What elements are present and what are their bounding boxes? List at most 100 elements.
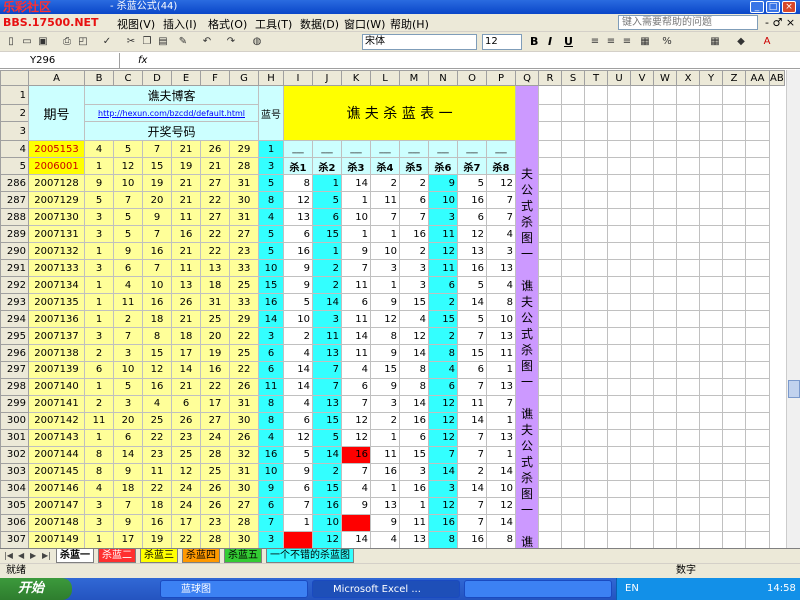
empty-cell[interactable]	[584, 276, 608, 295]
row-header[interactable]: 304	[0, 479, 29, 498]
row-header[interactable]: 293	[0, 293, 29, 312]
sheet-tab[interactable]: 一个不错的杀蓝图	[266, 549, 354, 563]
empty-cell[interactable]	[676, 293, 700, 312]
number-cell[interactable]: 18	[142, 310, 172, 329]
period-cell[interactable]: 2005153	[28, 140, 85, 159]
kill-cell[interactable]: 2	[399, 242, 429, 261]
kill-cell[interactable]: 6	[283, 479, 313, 498]
empty-cell[interactable]	[538, 428, 562, 447]
open-icon[interactable]: ▭	[20, 35, 34, 49]
number-cell[interactable]: 27	[229, 225, 259, 244]
number-cell[interactable]: 14	[171, 361, 201, 379]
number-cell[interactable]: 6	[171, 394, 201, 413]
kill-cell[interactable]: 12	[428, 242, 458, 261]
column-header[interactable]: I	[283, 70, 313, 86]
number-cell[interactable]: 25	[200, 310, 230, 329]
number-cell[interactable]: 30	[229, 530, 259, 548]
period-cell[interactable]: 2007134	[28, 276, 85, 295]
number-cell[interactable]: 18	[200, 276, 230, 295]
empty-cell[interactable]	[538, 394, 562, 413]
empty-cell[interactable]	[676, 361, 700, 379]
sheet-tab[interactable]: 杀蓝一	[56, 549, 94, 563]
empty-cell[interactable]	[584, 361, 608, 379]
kill-cell[interactable]: 9	[428, 174, 458, 193]
number-cell[interactable]: 7	[142, 259, 172, 278]
number-cell[interactable]: 9	[113, 462, 143, 481]
column-header[interactable]: O	[457, 70, 487, 86]
align-center-icon[interactable]: ≡	[604, 35, 618, 49]
new-icon[interactable]: ▯	[4, 35, 18, 49]
number-cell[interactable]: 2	[113, 310, 143, 329]
empty-cell[interactable]	[745, 530, 770, 548]
empty-cell[interactable]	[584, 530, 608, 548]
empty-cell[interactable]	[653, 377, 677, 396]
kill-cell[interactable]: 5	[312, 428, 342, 447]
empty-cell[interactable]	[584, 310, 608, 329]
kill-cell[interactable]: 2	[428, 327, 458, 346]
number-cell[interactable]: 20	[200, 327, 230, 346]
close-button[interactable]: ×	[782, 1, 796, 13]
blue-cell[interactable]: 16	[258, 293, 284, 312]
column-header[interactable]: V	[630, 70, 654, 86]
kill-cell[interactable]: 15	[399, 445, 429, 464]
column-header[interactable]: B	[84, 70, 114, 86]
kill-cell[interactable]: 11	[370, 191, 400, 210]
menu-data[interactable]: 数据(D)	[300, 16, 339, 32]
kill-cell[interactable]: 4	[341, 479, 371, 498]
empty-cell[interactable]	[676, 496, 700, 515]
blue-cell[interactable]: 6	[258, 361, 284, 379]
paste-icon[interactable]: ▤	[156, 35, 170, 49]
column-header[interactable]: J	[312, 70, 342, 86]
empty-cell[interactable]	[607, 377, 631, 396]
empty-cell[interactable]	[722, 377, 746, 396]
preview-icon[interactable]: ◰	[76, 35, 90, 49]
empty-cell[interactable]	[630, 310, 654, 329]
kill-cell[interactable]: 2	[312, 276, 342, 295]
align-left-icon[interactable]: ≡	[588, 35, 602, 49]
kill-cell[interactable]: 12	[486, 496, 516, 515]
select-all-corner[interactable]	[0, 70, 29, 86]
empty-cell[interactable]	[584, 344, 608, 362]
empty-cell[interactable]	[745, 462, 770, 481]
kill-cell[interactable]: 1	[312, 242, 342, 261]
empty-cell[interactable]	[676, 445, 700, 464]
minimize-button[interactable]: _	[750, 1, 764, 13]
empty-cell[interactable]	[630, 225, 654, 244]
kill-cell[interactable]: 3	[399, 276, 429, 295]
period-cell[interactable]: 2007131	[28, 225, 85, 244]
number-cell[interactable]: 19	[142, 174, 172, 193]
number-cell[interactable]: 22	[171, 530, 201, 548]
column-header[interactable]: P	[486, 70, 516, 86]
empty-cell[interactable]	[538, 411, 562, 430]
empty-cell[interactable]	[722, 174, 746, 193]
empty-cell[interactable]	[561, 411, 585, 430]
kill-cell[interactable]: 8	[399, 377, 429, 396]
empty-cell[interactable]	[630, 208, 654, 227]
empty-cell[interactable]	[676, 377, 700, 396]
borders-icon[interactable]: ▦	[708, 35, 722, 49]
kill-cell[interactable]: 7	[399, 208, 429, 227]
empty-cell[interactable]	[722, 310, 746, 329]
empty-cell[interactable]	[607, 513, 631, 532]
fx-icon[interactable]: fx	[138, 53, 147, 68]
empty-cell[interactable]	[630, 293, 654, 312]
kill-cell[interactable]: 11	[341, 344, 371, 362]
empty-cell[interactable]	[653, 361, 677, 379]
number-cell[interactable]: 23	[171, 428, 201, 447]
number-cell[interactable]: 15	[142, 157, 172, 176]
number-cell[interactable]: 1	[84, 377, 114, 396]
period-cell[interactable]: 2007132	[28, 242, 85, 261]
kill-cell[interactable]: 11	[457, 394, 487, 413]
number-cell[interactable]: 23	[200, 513, 230, 532]
empty-cell[interactable]	[630, 327, 654, 346]
kill-cell[interactable]: 13	[486, 327, 516, 346]
empty-cell[interactable]	[538, 513, 562, 532]
empty-cell[interactable]	[745, 174, 770, 193]
empty-cell[interactable]	[699, 242, 723, 261]
menu-format[interactable]: 格式(O)	[208, 16, 247, 32]
kill-cell[interactable]: 7	[486, 208, 516, 227]
empty-cell[interactable]	[630, 530, 654, 548]
empty-cell[interactable]	[607, 327, 631, 346]
empty-cell[interactable]	[653, 530, 677, 548]
font-size-select[interactable]: 12	[482, 34, 522, 50]
